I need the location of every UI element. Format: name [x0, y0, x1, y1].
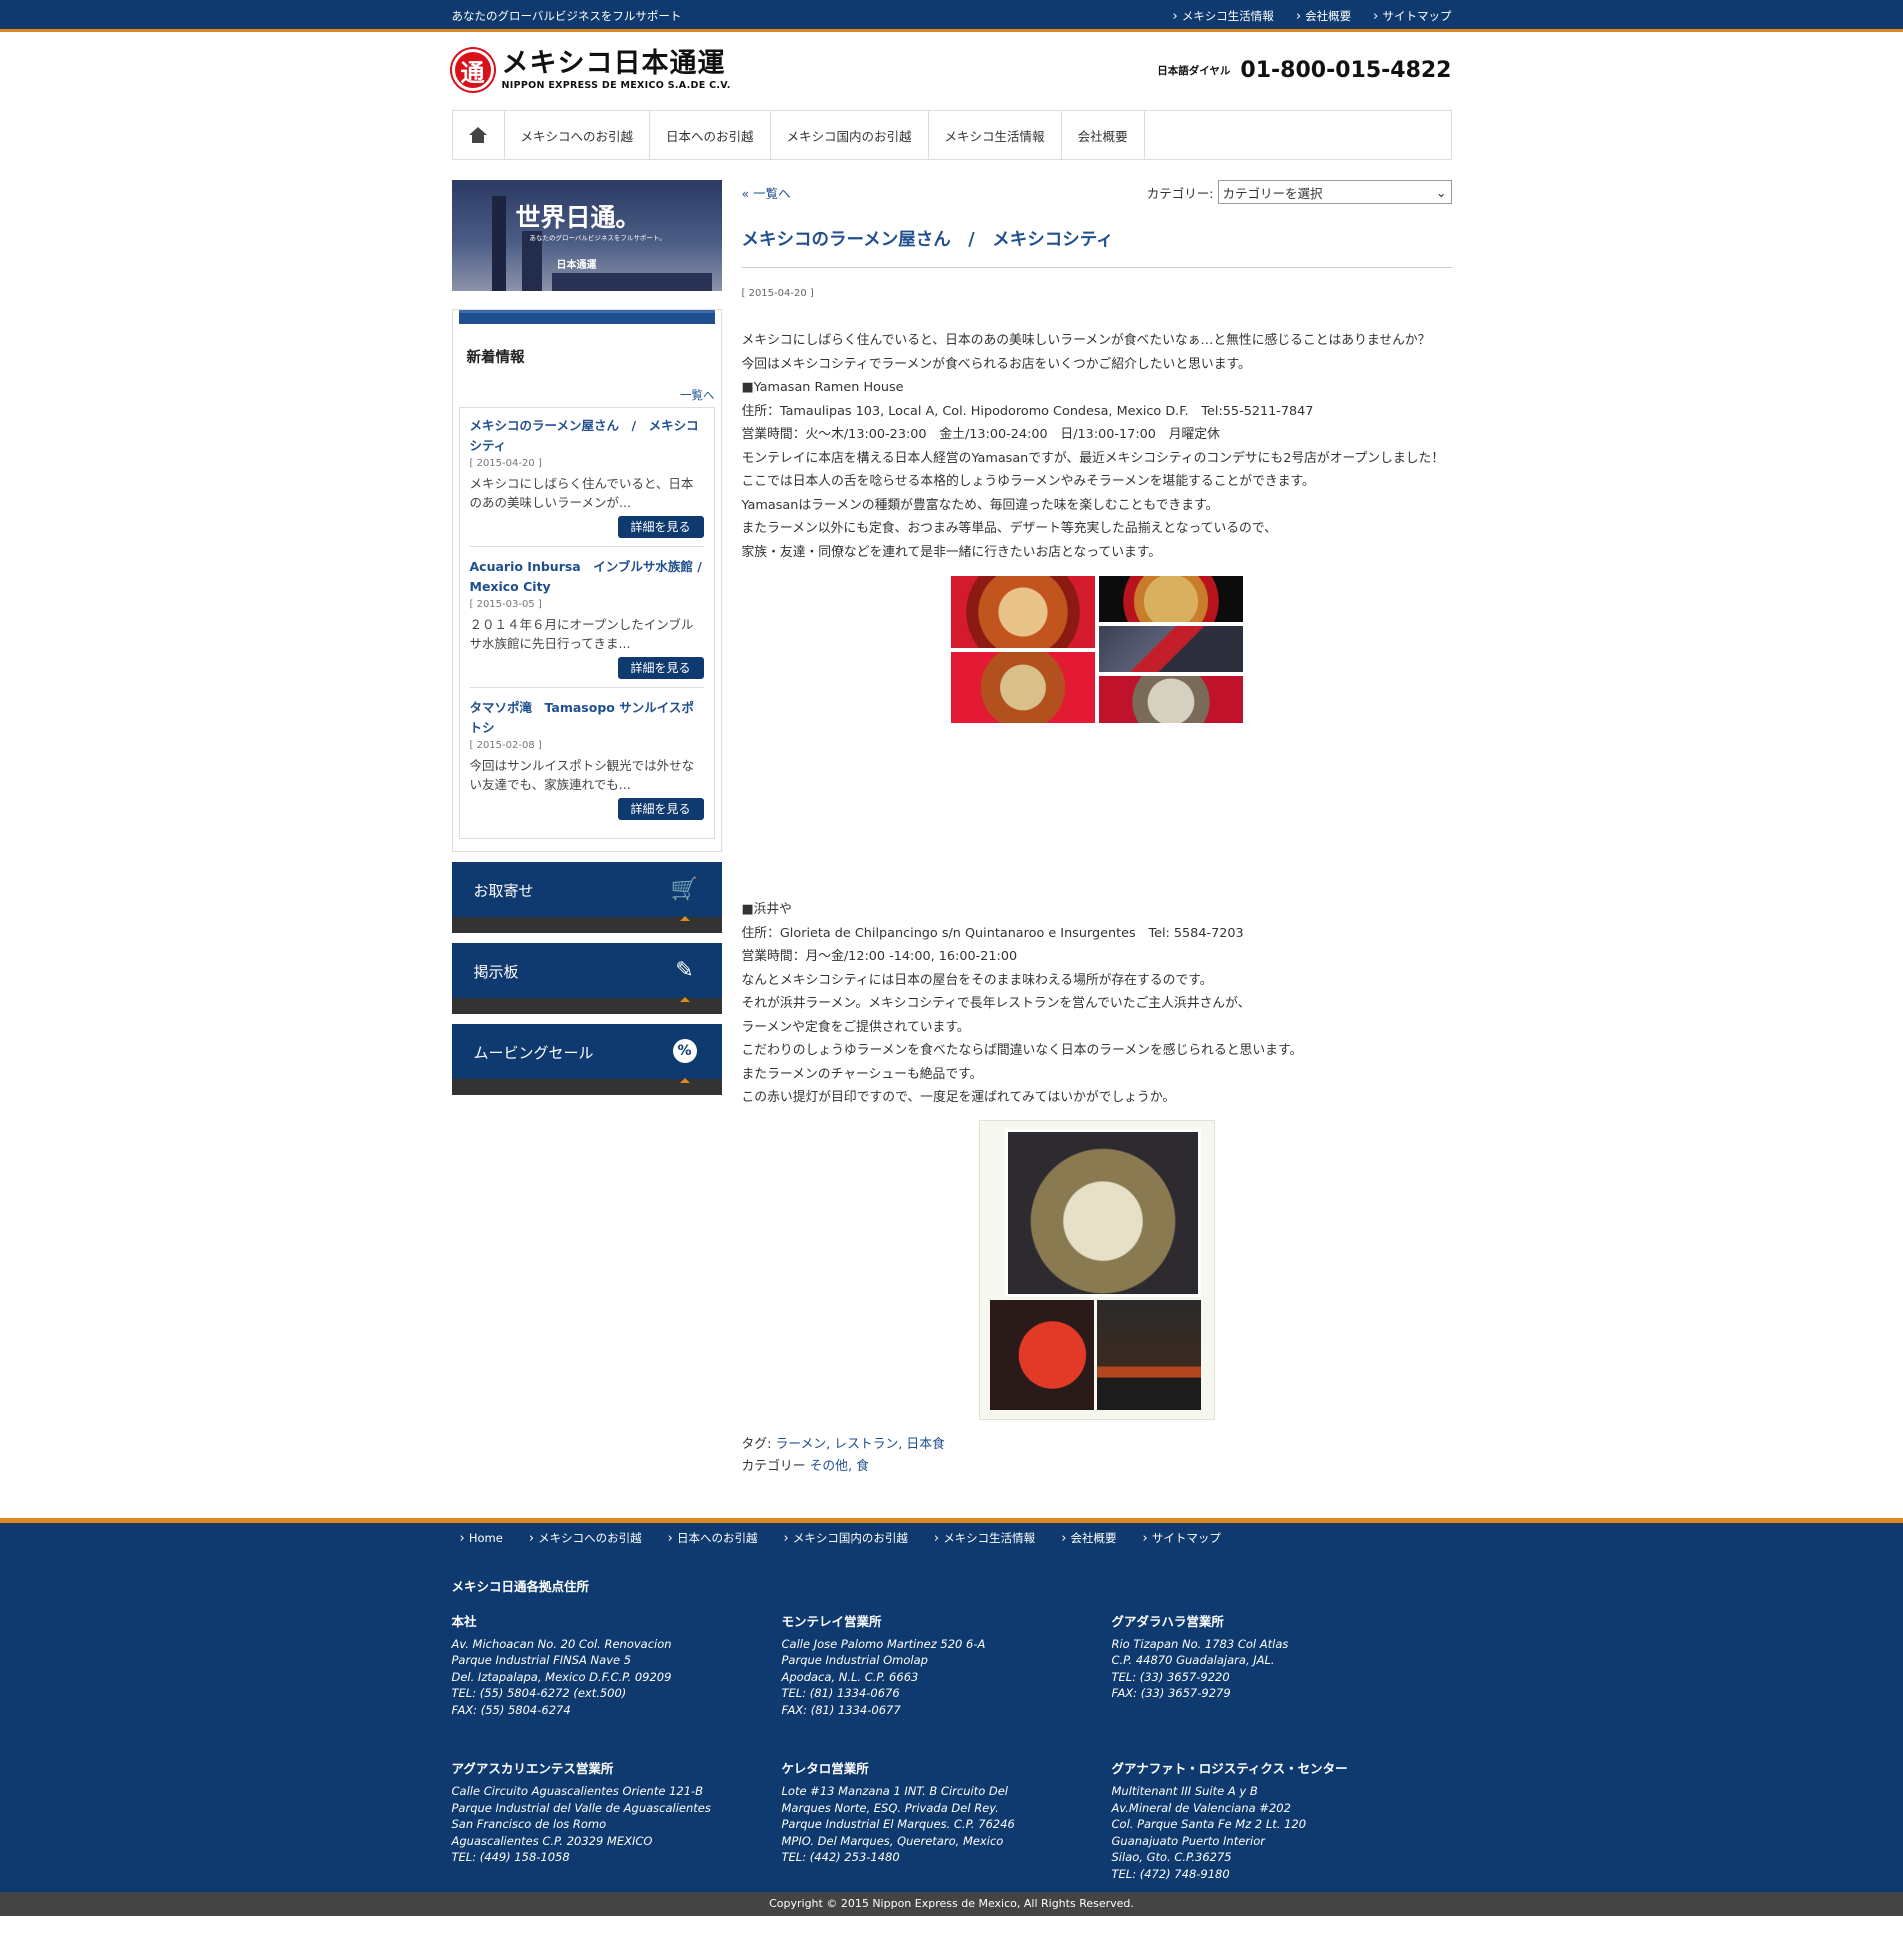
news-item-excerpt: ２０１４年６月にオープンしたインブルサ水族館に先日行ってきま... — [469, 617, 694, 651]
article-date: [ 2015-04-20 ] — [741, 288, 814, 299]
nav-company[interactable]: 会社概要 — [1062, 111, 1145, 159]
footer-nav-life-info[interactable]: メキシコ生活情報 — [934, 1530, 1035, 1546]
footer-heading: メキシコ日通各拠点住所 — [451, 1578, 590, 1594]
chevron-down-icon: ⌄ — [1436, 184, 1447, 200]
office-block: モンテレイ営業所 Calle Jose Palomo Martinez 520 … — [781, 1613, 986, 1717]
news-item-date: [ 2015-04-20 ] — [469, 458, 542, 469]
hamaiya-photo-collage — [978, 1119, 1215, 1420]
news-heading: 新着情報 — [466, 350, 525, 366]
nav-moving-to-mexico[interactable]: メキシコへのお引越 — [505, 111, 651, 159]
top-links: メキシコ生活情報 会社概要 サイトマップ — [1172, 8, 1452, 24]
news-item: Acuario Inbursa インブルサ水族館 / Mexico City [… — [469, 557, 704, 688]
side-button-board[interactable]: 掲示板 ✎ — [451, 943, 722, 1014]
top-link-company[interactable]: 会社概要 — [1296, 8, 1351, 24]
phone-block: 日本語ダイヤル 01-800-015-4822 — [1157, 58, 1451, 83]
stall-photo — [1096, 1299, 1201, 1410]
nav-domestic-moving[interactable]: メキシコ国内のお引越 — [771, 111, 929, 159]
news-item-title[interactable]: Acuario Inbursa インブルサ水族館 / Mexico City — [470, 557, 704, 597]
ramen-photo-collage — [950, 576, 1243, 866]
news-item-date: [ 2015-03-05 ] — [469, 599, 542, 610]
copyright: Copyright © 2015 Nippon Express de Mexic… — [0, 1891, 1903, 1916]
news-list: メキシコのラーメン屋さん / メキシコシティ [ 2015-04-20 ] メキ… — [458, 407, 715, 839]
ramen-photo — [950, 651, 1095, 723]
logo-mark-icon: 通 — [451, 49, 494, 91]
nav-home[interactable] — [453, 111, 505, 159]
nav-life-info[interactable]: メキシコ生活情報 — [929, 111, 1062, 159]
footer-nav-sitemap[interactable]: サイトマップ — [1143, 1530, 1221, 1546]
news-detail-button[interactable]: 詳細を見る — [617, 516, 704, 538]
footer: メキシコ日通各拠点住所 本社 Av. Michoacan No. 20 Col.… — [0, 1553, 1903, 1892]
office-block: グアダラハラ営業所 Rio Tizapan No. 1783 Col Atlas… — [1111, 1613, 1289, 1701]
logo-title: メキシコ日本通運 — [501, 47, 726, 79]
top-link-sitemap[interactable]: サイトマップ — [1373, 8, 1452, 24]
phone-number[interactable]: 01-800-015-4822 — [1240, 58, 1451, 83]
back-to-list-link[interactable]: « 一覧へ — [742, 183, 791, 202]
category-label: カテゴリー: — [1146, 185, 1214, 201]
article-title: メキシコのラーメン屋さん / メキシコシティ — [741, 226, 1452, 268]
footer-nav-domestic[interactable]: メキシコ国内のお引越 — [784, 1530, 908, 1546]
logo-subtitle: NIPPON EXPRESS DE MEXICO S.A.DE C.V. — [501, 79, 731, 91]
category-links[interactable]: その他, 食 — [810, 1459, 869, 1474]
lantern-photo — [989, 1299, 1094, 1410]
news-item: メキシコのラーメン屋さん / メキシコシティ [ 2015-04-20 ] メキ… — [469, 416, 704, 547]
office-block: 本社 Av. Michoacan No. 20 Col. Renovacion … — [451, 1613, 672, 1717]
news-item-date: [ 2015-02-08 ] — [469, 740, 542, 751]
top-link-life-info[interactable]: メキシコ生活情報 — [1172, 8, 1274, 24]
news-item-title[interactable]: メキシコのラーメン屋さん / メキシコシティ — [470, 416, 704, 456]
news-item: タマソポ滝 Tamasopo サンルイスポトシ [ 2015-02-08 ] 今… — [470, 698, 704, 828]
sidebar: 世界日通。 あなたのグローバルビジネスをフルサポート。 日本通運 新着情報 一覧… — [451, 180, 722, 1478]
nav-moving-to-japan[interactable]: 日本へのお引越 — [650, 111, 771, 159]
category-select[interactable]: カテゴリーを選択 ⌄ — [1217, 180, 1452, 204]
ramen-photo — [1098, 676, 1243, 723]
main-nav: メキシコへのお引越 日本へのお引越 メキシコ国内のお引越 メキシコ生活情報 会社… — [451, 110, 1452, 160]
shop-photo — [1098, 626, 1243, 672]
top-bar: あなたのグローバルビジネスをフルサポート メキシコ生活情報 会社概要 サイトマッ… — [0, 0, 1903, 32]
news-detail-button[interactable]: 詳細を見る — [617, 798, 704, 820]
news-item-excerpt: メキシコにしばらく住んでいると、日本のあの美味しいラーメンが... — [469, 476, 694, 510]
side-button-label: ムービングセール — [473, 1044, 594, 1062]
banner-brand: 日本通運 — [556, 260, 597, 271]
tag-links[interactable]: ラーメン, レストラン, 日本食 — [775, 1437, 944, 1452]
banner-image[interactable]: 世界日通。 あなたのグローバルビジネスをフルサポート。 日本通運 — [451, 180, 722, 291]
footer-nav-company[interactable]: 会社概要 — [1061, 1530, 1117, 1546]
ramen-photo — [1004, 1128, 1201, 1297]
phone-label: 日本語ダイヤル — [1157, 64, 1231, 77]
news-item-title[interactable]: タマソポ滝 Tamasopo サンルイスポトシ — [470, 698, 704, 738]
news-item-excerpt: 今回はサンルイスポトシ観光では外せない友達でも、家族連れでも... — [469, 758, 695, 792]
office-block: グアナファト・ロジスティクス・センター Multitenant III Suit… — [1111, 1761, 1348, 1881]
footer-nav-moving-to-mexico[interactable]: メキシコへのお引越 — [529, 1530, 642, 1546]
footer-nav-moving-to-japan[interactable]: 日本へのお引越 — [668, 1530, 758, 1546]
office-block: ケレタロ営業所 Lote #13 Manzana 1 INT. B Circui… — [781, 1761, 1015, 1864]
side-button-order[interactable]: お取寄せ 🛒 — [451, 862, 722, 933]
ramen-photo — [950, 576, 1095, 648]
banner-subtitle: あなたのグローバルビジネスをフルサポート。 — [529, 234, 666, 242]
article-meta: タグ: ラーメン, レストラン, 日本食 カテゴリー その他, 食 — [742, 1434, 1452, 1478]
banner-title: 世界日通。 — [515, 203, 641, 232]
side-button-label: お取寄せ — [473, 882, 534, 900]
office-list: 本社 Av. Michoacan No. 20 Col. Renovacion … — [452, 1611, 1452, 1883]
article-body-1: メキシコにしばらく住んでいると、日本のあの美味しいラーメンが食べたいなぁ…と無性… — [741, 333, 1445, 560]
edit-icon: ✎ — [675, 957, 694, 983]
news-more-link[interactable]: 一覧へ — [680, 388, 715, 402]
header: 通 メキシコ日本通運 NIPPON EXPRESS DE MEXICO S.A.… — [451, 32, 1452, 108]
tags-label: タグ: — [741, 1436, 772, 1452]
side-button-label: 掲示板 — [473, 963, 519, 981]
percent-icon: % — [672, 1039, 697, 1063]
ramen-photo — [1098, 576, 1243, 622]
logo[interactable]: 通 メキシコ日本通運 NIPPON EXPRESS DE MEXICO S.A.… — [451, 47, 731, 91]
article: « 一覧へ カテゴリー: カテゴリーを選択 ⌄ メキシコのラーメン屋さん / メ… — [741, 180, 1452, 1478]
categories-label: カテゴリー — [741, 1458, 806, 1474]
cart-icon: 🛒 — [670, 876, 699, 902]
tagline: あなたのグローバルビジネスをフルサポート — [451, 9, 682, 23]
home-icon — [469, 127, 487, 143]
article-body-2: ■浜井や 住所：Glorieta de Chilpancingo s/n Qui… — [741, 902, 1303, 1105]
news-widget: 新着情報 一覧へ メキシコのラーメン屋さん / メキシコシティ [ 2015-0… — [451, 309, 722, 852]
footer-nav-home[interactable]: Home — [460, 1531, 503, 1546]
news-detail-button[interactable]: 詳細を見る — [617, 657, 704, 679]
footer-nav: Home メキシコへのお引越 日本へのお引越 メキシコ国内のお引越 メキシコ生活… — [0, 1517, 1903, 1554]
side-button-moving-sale[interactable]: ムービングセール % — [451, 1024, 722, 1095]
office-block: アグアスカリエンテス営業所 Calle Circuito Aguascalien… — [451, 1761, 711, 1864]
